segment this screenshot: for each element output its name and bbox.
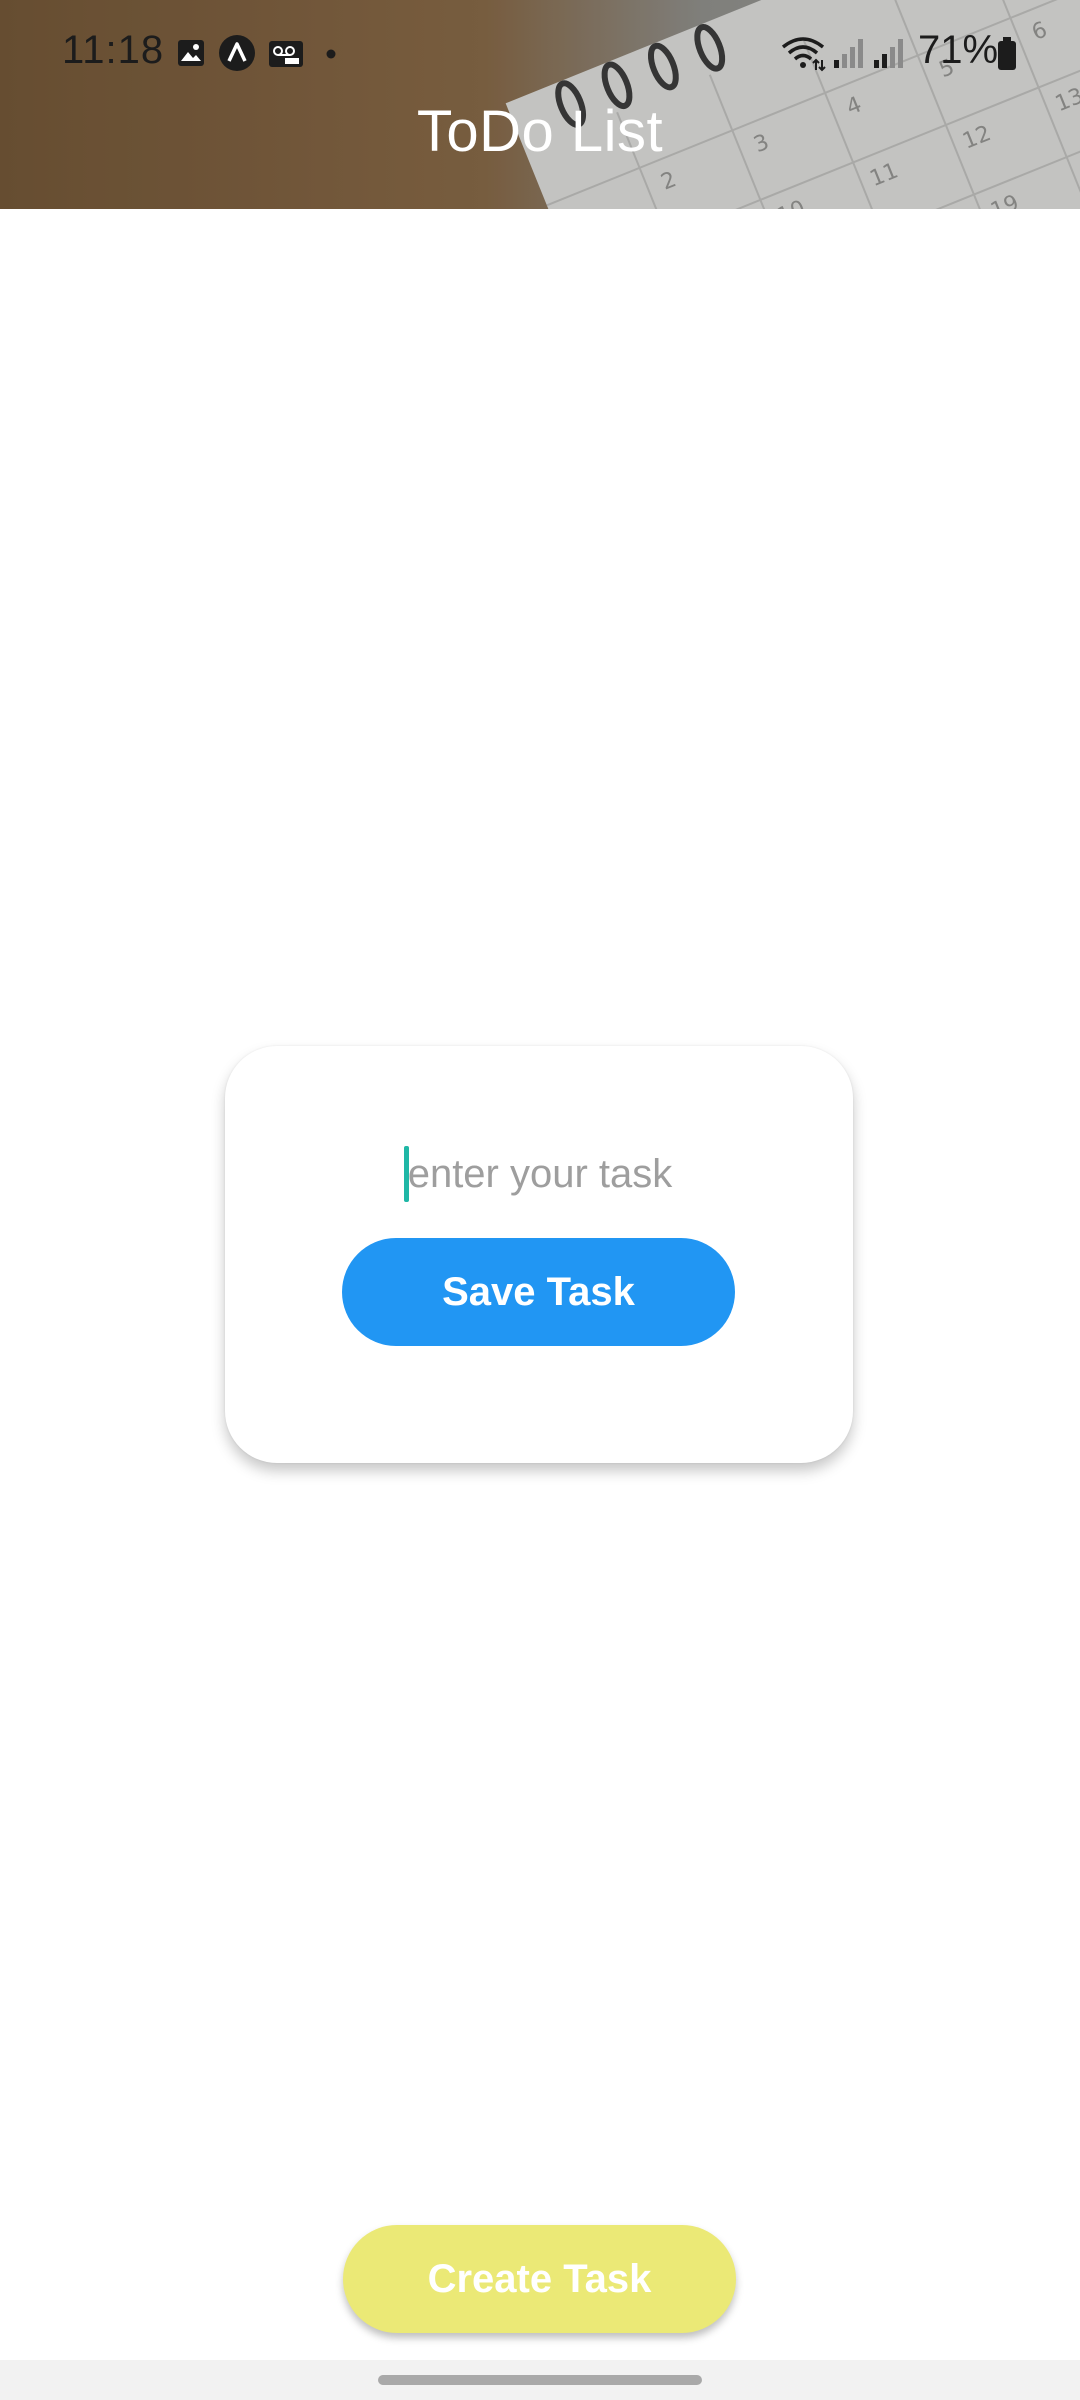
task-entry-card: Save Task (225, 1046, 853, 1463)
create-task-button[interactable]: Create Task (343, 2225, 736, 2333)
gallery-icon (178, 40, 204, 66)
voicemail-icon (269, 41, 303, 67)
home-gesture-handle[interactable] (378, 2375, 702, 2385)
wifi-icon (781, 37, 826, 72)
save-task-button[interactable]: Save Task (342, 1238, 735, 1346)
signal-icon (834, 39, 863, 68)
navigation-bar (0, 2360, 1080, 2400)
notification-dot-icon (326, 49, 336, 59)
text-cursor (404, 1146, 409, 1202)
header-banner: 2 3 4 5 6 9 10 11 12 13 14 17 18 19 20 2… (0, 0, 1080, 209)
status-time: 11:18 (62, 28, 165, 72)
signal-icon (874, 39, 903, 68)
battery-percentage: 71% (918, 28, 999, 72)
battery-icon (998, 37, 1016, 70)
status-bar: 11:18 71% (0, 0, 1080, 106)
app-launcher-icon (219, 35, 255, 71)
page-title: ToDo List (416, 99, 664, 164)
todo-screen: 2 3 4 5 6 9 10 11 12 13 14 17 18 19 20 2… (0, 0, 1080, 2400)
